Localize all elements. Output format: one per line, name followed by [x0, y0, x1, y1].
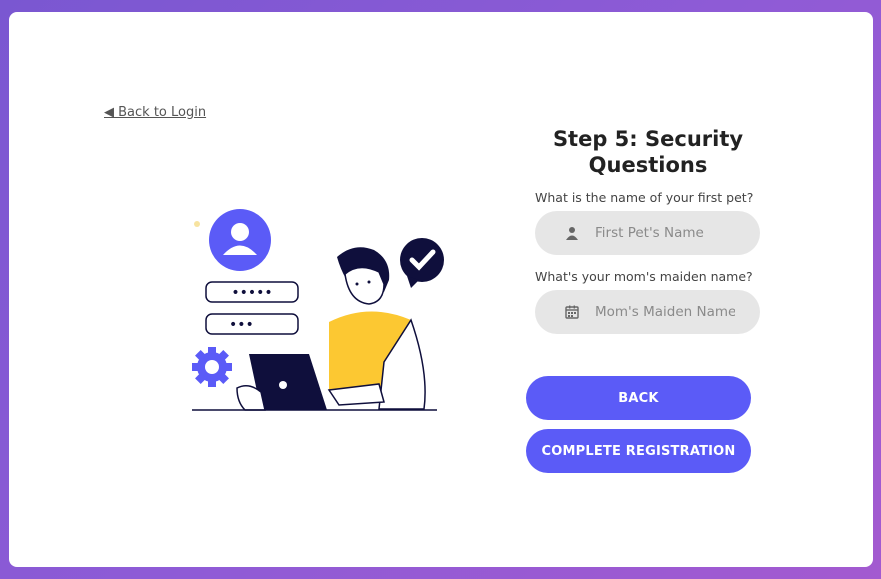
question-label-maiden-name: What's your mom's maiden name? [535, 269, 753, 284]
password-dots-2: ••• [229, 317, 254, 333]
password-dots-1: ••••• [231, 285, 272, 301]
page-title: Step 5: Security Questions [552, 127, 744, 177]
back-to-login-link[interactable]: ◀ Back to Login [104, 105, 206, 120]
calendar-icon [565, 305, 579, 319]
security-questions-form: Step 5: Security Questions What is the n… [535, 126, 761, 348]
complete-registration-button[interactable]: COMPLETE REGISTRATION [526, 429, 751, 473]
security-illustration: ••••• ••• [192, 209, 444, 411]
gear-icon [192, 347, 232, 387]
question-label-first-pet: What is the name of your first pet? [535, 190, 754, 205]
back-button[interactable]: BACK [526, 376, 751, 420]
user-icon [566, 227, 578, 240]
user-avatar-icon [209, 209, 271, 271]
registration-card: ◀ Back to Login ••••• ••• Step 5: Securi… [9, 12, 873, 567]
maiden-name-field-wrapper [535, 290, 760, 334]
checkmark-bubble-icon [400, 238, 444, 288]
first-pet-input[interactable] [595, 211, 735, 255]
maiden-name-input[interactable] [595, 290, 735, 334]
first-pet-field-wrapper [535, 211, 760, 255]
